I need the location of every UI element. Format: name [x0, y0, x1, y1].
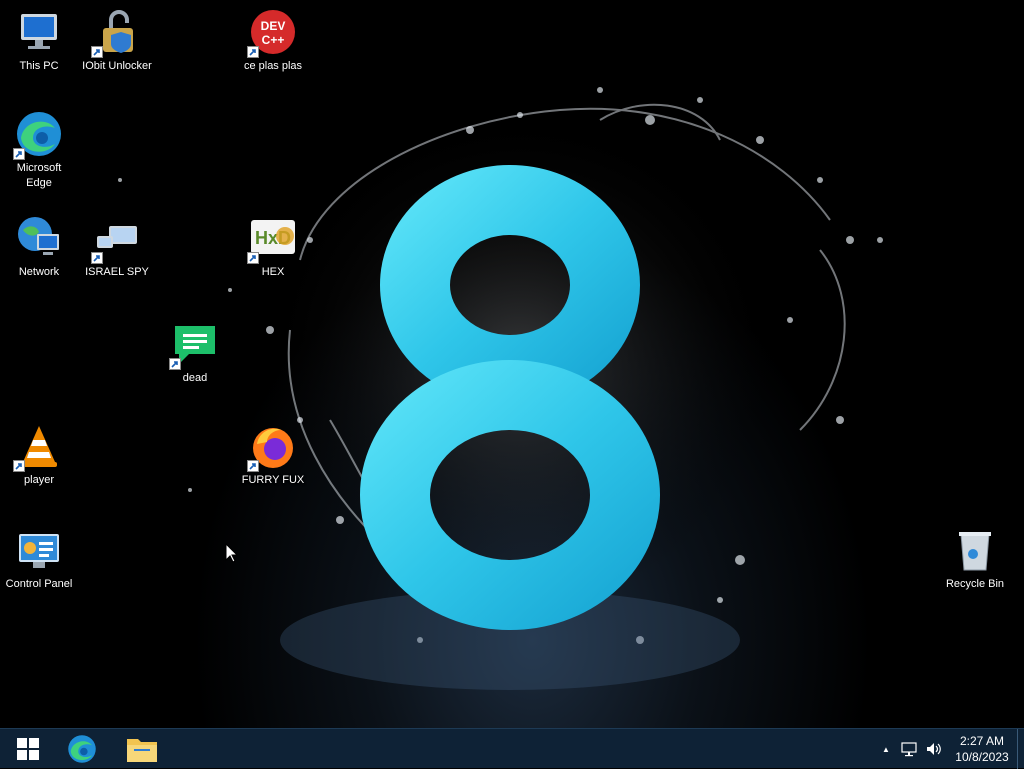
icon-label: player: [24, 474, 54, 486]
icon-label: ISRAEL SPY: [85, 266, 149, 278]
speaker-icon: [927, 743, 941, 755]
volume-tray-button[interactable]: [921, 729, 947, 769]
this-pc-icon[interactable]: This PC: [0, 8, 78, 74]
icon-label: IObit Unlocker: [82, 60, 152, 72]
start-button[interactable]: [0, 729, 56, 769]
icon-label: This PC: [19, 60, 59, 72]
shortcut-arrow-icon: [247, 460, 259, 472]
firefox-icon[interactable]: FURRY FUX: [234, 422, 312, 488]
taskbar-edge-button[interactable]: [54, 729, 110, 769]
icon-label: Control Panel: [5, 578, 73, 590]
icon-label: dead: [182, 372, 208, 384]
icon-label: Microsoft Edge: [16, 162, 62, 189]
wallpaper: [118, 87, 883, 690]
show-desktop-button[interactable]: [1017, 729, 1024, 769]
edge-icon: [68, 735, 96, 763]
israel-spy-icon[interactable]: ISRAEL SPY: [78, 214, 156, 280]
clock-date: 10/8/2023: [955, 750, 1009, 764]
network-icon[interactable]: Network: [0, 214, 78, 280]
microsoft-edge-icon[interactable]: Microsoft Edge: [0, 110, 78, 191]
icon-label: HEX: [261, 266, 285, 278]
shortcut-arrow-icon: [13, 460, 25, 472]
clock-time: 2:27 AM: [959, 734, 1005, 748]
icon-label: ce plas plas: [243, 60, 303, 72]
vlc-player-icon[interactable]: player: [0, 422, 78, 488]
shortcut-arrow-icon: [13, 148, 25, 160]
icon-label: Recycle Bin: [945, 578, 1005, 590]
shortcut-arrow-icon: [169, 358, 181, 370]
network-icon: [901, 742, 917, 757]
desktop[interactable]: This PC IObit Unlocker DEV C++ ce plas p…: [0, 0, 1024, 728]
mouse-cursor-icon: [225, 543, 239, 563]
recycle-bin-icon[interactable]: Recycle Bin: [936, 526, 1014, 592]
icon-label: FURRY FUX: [241, 474, 305, 486]
shortcut-arrow-icon: [247, 46, 259, 58]
folder-icon: [127, 739, 157, 762]
svg-text:DEV: DEV: [261, 19, 286, 33]
taskbar: ▲ 2:27 AM 10/8/2023: [0, 728, 1024, 769]
svg-text:C++: C++: [262, 33, 285, 47]
dead-icon[interactable]: dead: [156, 320, 234, 386]
network-tray-button[interactable]: [897, 729, 921, 769]
shortcut-arrow-icon: [91, 252, 103, 264]
clock-button[interactable]: 2:27 AM 10/8/2023: [947, 729, 1017, 769]
dev-cpp-icon[interactable]: DEV C++ ce plas plas: [234, 8, 312, 74]
chevron-up-icon: ▲: [882, 744, 890, 754]
hxd-hex-icon[interactable]: HxD HEX: [234, 214, 312, 280]
control-panel-icon[interactable]: Control Panel: [0, 526, 78, 592]
icon-label: Network: [18, 266, 60, 278]
tray-overflow-button[interactable]: ▲: [875, 729, 897, 769]
windows-logo-icon: [17, 738, 39, 760]
shortcut-arrow-icon: [247, 252, 259, 264]
taskbar-file-explorer-button[interactable]: [114, 729, 170, 769]
iobit-unlocker-icon[interactable]: IObit Unlocker: [78, 8, 156, 74]
shortcut-arrow-icon: [91, 46, 103, 58]
system-tray: ▲ 2:27 AM 10/8/2023: [875, 729, 1024, 769]
